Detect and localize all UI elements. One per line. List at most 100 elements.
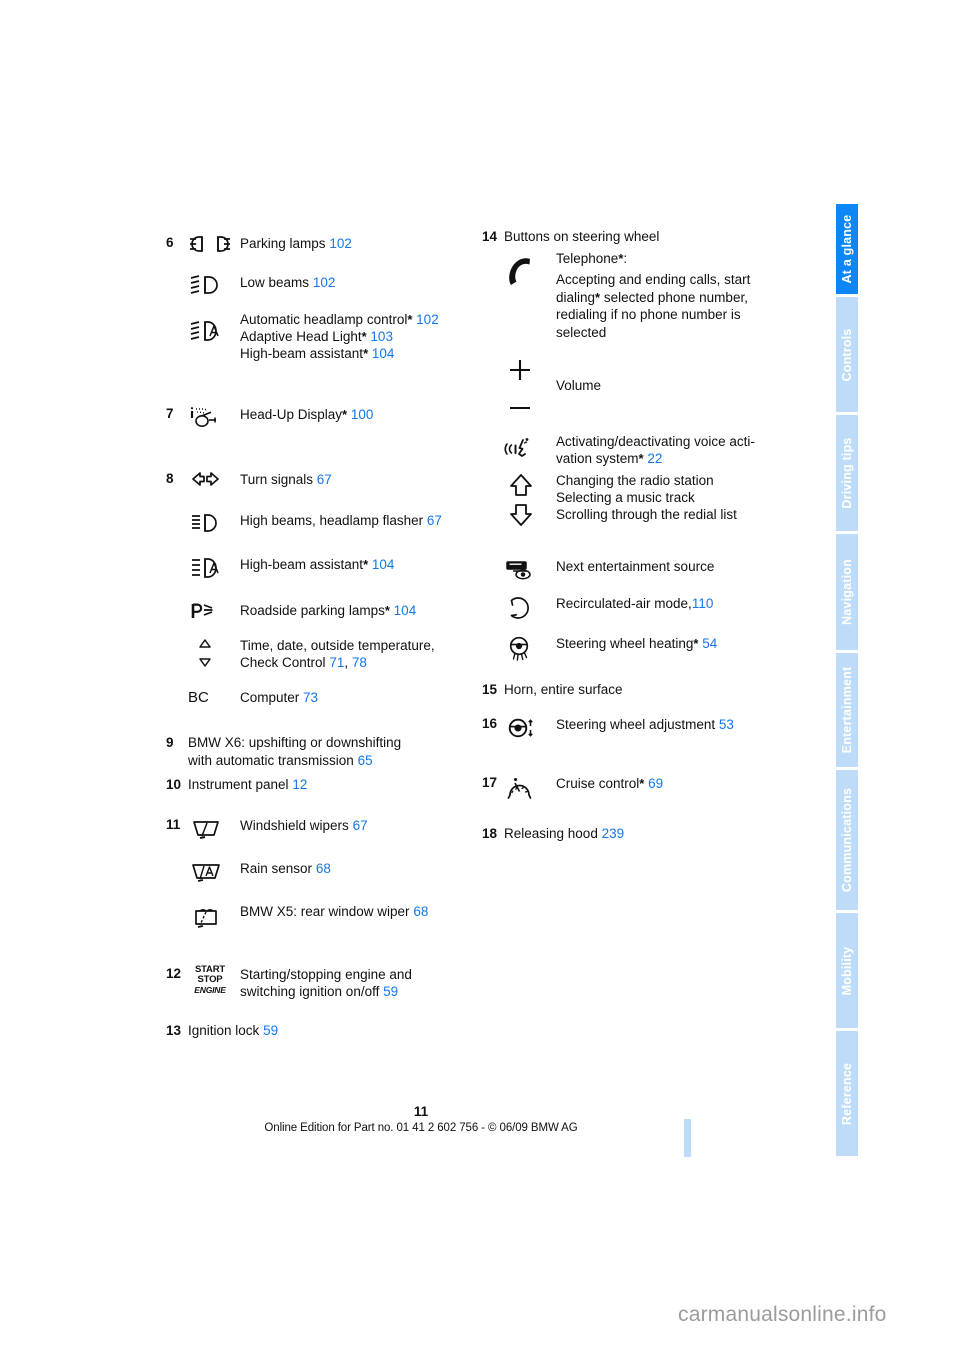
item-number: 6	[166, 235, 174, 250]
option-asterisk: *	[363, 346, 369, 361]
page-ref[interactable]: 12	[292, 777, 307, 792]
tab-at-a-glance[interactable]: At a glance	[836, 204, 858, 295]
page-ref[interactable]: 102	[329, 236, 352, 251]
page-ref[interactable]: 67	[427, 513, 442, 528]
list-item-9: 9 BMW X6: upshifting or downshifting wit…	[166, 734, 476, 769]
tab-driving-tips[interactable]: Driving tips	[836, 415, 858, 531]
row-text: Head-Up Display* 100	[240, 405, 476, 424]
page-ref[interactable]: 54	[702, 636, 717, 651]
page-ref[interactable]: 68	[413, 904, 428, 919]
page-ref[interactable]: 69	[648, 776, 663, 791]
row-label: Instrument panel	[188, 777, 289, 792]
row-label: Next entertainment source	[556, 559, 715, 574]
option-asterisk: *	[638, 451, 644, 466]
tab-label: Entertainment	[839, 666, 854, 754]
rear-window-wiper-icon	[188, 902, 240, 931]
option-asterisk: *	[363, 556, 369, 572]
row-label: Ignition lock	[188, 1022, 260, 1038]
arrow-up-down-icons	[504, 471, 556, 543]
arrow-down-icon	[510, 504, 532, 526]
row-voice-activation: Activating/deactivating voice acti- vati…	[504, 432, 802, 467]
tab-label: Navigation	[839, 558, 854, 625]
cruise-control-icon	[504, 774, 556, 801]
item-number: 18	[482, 825, 498, 841]
tab-reference[interactable]: Reference	[836, 1031, 858, 1157]
page-ref[interactable]: 104	[372, 557, 395, 572]
steering-wheel-heating-icon	[504, 634, 556, 661]
page-ref[interactable]: 67	[317, 472, 332, 487]
up-down-triangles-icon	[188, 636, 240, 672]
page-ref[interactable]: 103	[370, 329, 393, 344]
page-ref[interactable]: 65	[358, 753, 373, 768]
page-ref[interactable]: 71	[329, 655, 344, 670]
page-number: 11	[413, 1104, 429, 1119]
list-item-12: 12 START STOP ENGINE Starting/stopping e…	[166, 964, 476, 1000]
edition-notice: Online Edition for Part no. 01 41 2 602 …	[264, 1122, 578, 1134]
page-ref[interactable]: 53	[719, 717, 734, 732]
page-ref[interactable]: 67	[353, 818, 368, 833]
option-asterisk: *	[407, 312, 413, 327]
line-automatic-headlamp-control: Automatic headlamp control* 102	[240, 311, 476, 328]
line-2: Selecting a music track	[556, 490, 695, 505]
stop-label: STOP	[197, 973, 223, 985]
volume-icons	[504, 355, 556, 418]
row-text: Parking lamps 102	[240, 234, 476, 253]
option-asterisk: *	[384, 602, 390, 618]
tab-mobility[interactable]: Mobility	[836, 912, 858, 1029]
list-item-10: 10 Instrument panel 12	[166, 776, 476, 794]
row-text: Starting/stopping engine and switching i…	[240, 965, 476, 1000]
row-text: Windshield wipers 67	[240, 816, 476, 835]
row-text: Steering wheel adjustment 53	[556, 715, 802, 734]
option-asterisk: *	[639, 775, 645, 791]
row-label: switching ignition on/off	[240, 983, 380, 999]
page-ref[interactable]: 110	[692, 596, 714, 611]
right-content-column: 14 Buttons on steering wheel Telephone*:	[482, 228, 802, 842]
page-ref[interactable]: 100	[351, 407, 374, 422]
list-item-18: 18 Releasing hood 239	[482, 825, 802, 843]
tab-entertainment[interactable]: Entertainment	[836, 652, 858, 768]
telephone-handset-icon	[504, 250, 556, 293]
page-ref[interactable]: 239	[602, 826, 625, 841]
tab-label: Reference	[839, 1062, 854, 1125]
page-ref[interactable]: 59	[263, 1023, 278, 1038]
page-ref[interactable]: 104	[372, 346, 395, 361]
page-ref[interactable]: 68	[316, 861, 331, 876]
list-item-6: 6 Parking lamps 102 Low beams 102 Automa…	[166, 234, 476, 362]
page-ref[interactable]: 104	[394, 603, 417, 618]
rain-sensor-icon	[188, 859, 240, 886]
tab-label: Communications	[839, 787, 854, 893]
row-time-date-check-control: Time, date, outside temperature, Check C…	[188, 636, 476, 672]
volume-label: Volume	[556, 378, 602, 393]
list-item-16: 16 Steering wheel adjustment 53	[482, 715, 802, 740]
tab-label: Mobility	[839, 946, 854, 995]
row-text: Low beams 102	[240, 273, 476, 292]
row-label: Roadside parking lamps	[240, 602, 385, 618]
row-label: Computer	[240, 689, 300, 705]
tab-communications[interactable]: Communications	[836, 770, 858, 910]
page-ref[interactable]: 73	[303, 690, 318, 705]
item-number: 11	[166, 816, 181, 832]
row-text: Time, date, outside temperature, Check C…	[240, 636, 476, 671]
item-18-text: Releasing hood 239	[504, 825, 802, 843]
list-item-14: 14 Buttons on steering wheel Telephone*:	[482, 228, 802, 661]
row-roadside-parking-lamps: Roadside parking lamps* 104	[188, 601, 476, 620]
tab-navigation[interactable]: Navigation	[836, 533, 858, 650]
site-watermark: carmanualsonline.info	[678, 1303, 887, 1326]
item-number: 7	[166, 406, 174, 421]
row-steering-wheel-adjustment: Steering wheel adjustment 53	[504, 715, 802, 740]
row-label: Windshield wipers	[240, 817, 349, 833]
row-label: Turn signals	[240, 472, 314, 487]
arrow-up-icon	[510, 474, 532, 496]
line-1: BMW X6: upshifting or downshifting	[188, 735, 402, 750]
row-text: Activating/deactivating voice acti- vati…	[556, 432, 802, 467]
page-ref[interactable]: 22	[647, 451, 662, 466]
page-ref-2[interactable]: 78	[352, 655, 367, 670]
row-label: Steering wheel adjustment	[556, 716, 716, 732]
line-3: Scrolling through the redial list	[556, 507, 737, 522]
page-separator: ,	[344, 654, 349, 670]
row-label: vation system	[556, 451, 639, 466]
page-ref[interactable]: 102	[416, 312, 439, 327]
tab-controls[interactable]: Controls	[836, 297, 858, 413]
page-ref[interactable]: 59	[383, 984, 398, 999]
page-ref[interactable]: 102	[313, 275, 336, 290]
